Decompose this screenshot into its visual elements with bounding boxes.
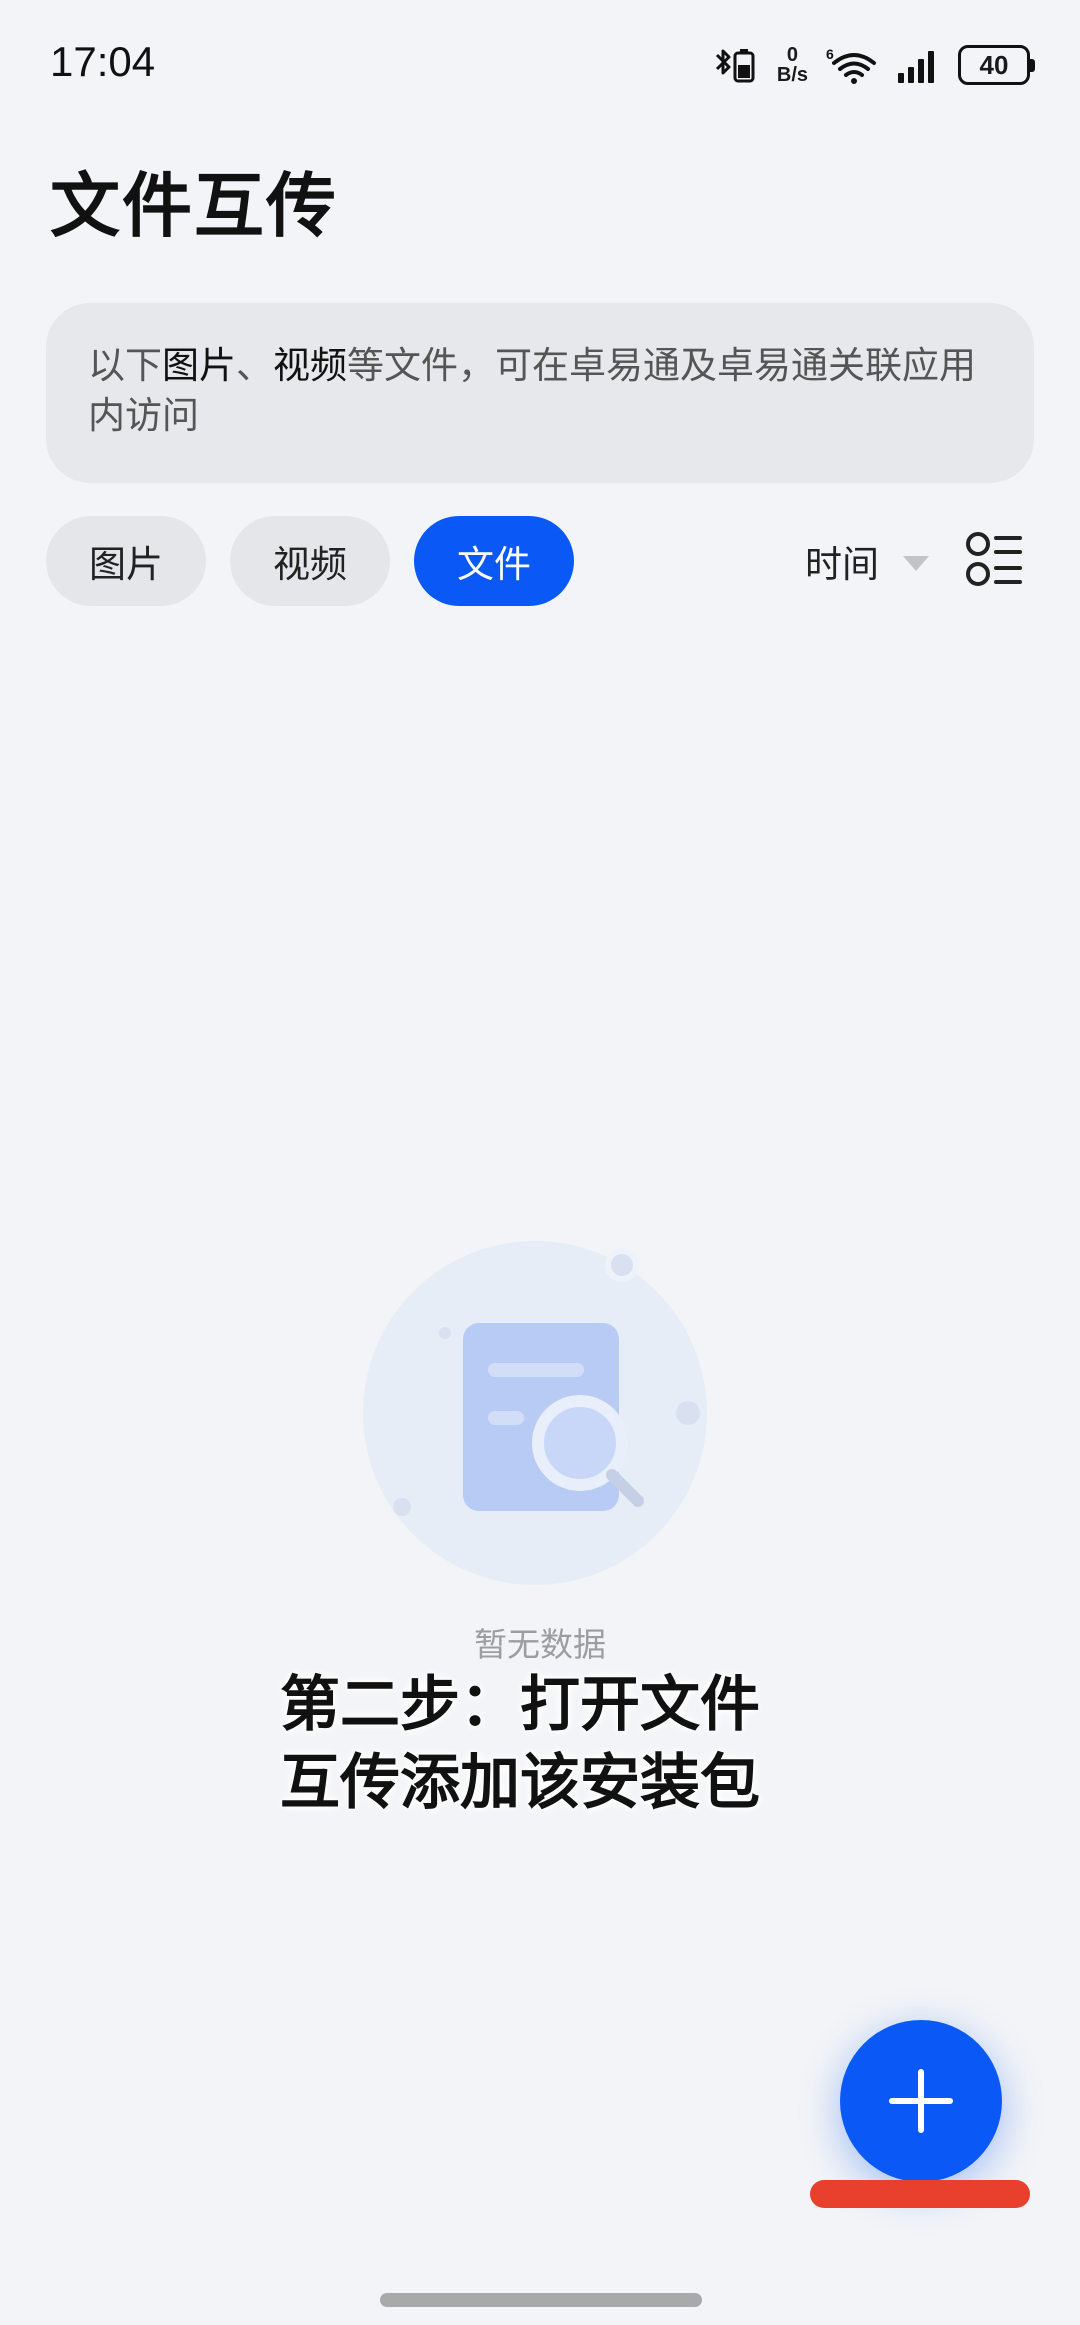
plus-icon [889,2069,953,2133]
info-prefix: 以下 [88,344,162,387]
net-speed: 0 B/s [777,45,808,85]
net-speed-value: 0 [786,44,798,66]
add-file-button[interactable] [840,2020,1002,2182]
list-view-toggle-icon[interactable] [964,530,1024,592]
wifi-badge: 6 [826,46,834,62]
info-banner: 以下图片、视频等文件，可在卓易通及卓易通关联应用内访问 [46,303,1034,483]
page-title: 文件互传 [50,165,338,247]
screen: 17:04 0 B/s 6 40 文件互传 以下图片、视频等文件，可在卓易通及卓… [0,0,1080,2325]
signal-icon [898,51,934,83]
bluetooth-battery-icon [715,49,755,83]
empty-document-search-icon [363,1241,707,1585]
caret-down-icon [903,555,929,571]
status-time: 17:04 [50,38,156,85]
battery-level: 40 [979,49,1009,80]
sort-label: 时间 [805,543,879,586]
category-tabs: 图片 视频 文件 [46,516,574,606]
empty-state-message: 暂无数据 [474,1625,606,1664]
tab-images[interactable]: 图片 [46,516,206,606]
tab-videos[interactable]: 视频 [230,516,390,606]
tutorial-caption: 第二步：打开文件互传添加该安装包 [280,1670,760,1818]
tab-files[interactable]: 文件 [414,516,574,606]
wifi-icon: 6 [826,46,876,84]
home-indicator[interactable] [380,2293,702,2307]
status-bar: 17:04 0 B/s 6 40 [0,0,1080,130]
info-separator: 、 [236,344,273,387]
info-highlight-images: 图片 [162,344,236,387]
sort-dropdown[interactable]: 时间 [805,530,929,592]
info-highlight-videos: 视频 [273,344,347,387]
battery-icon: 40 [958,45,1035,85]
annotation-underline [810,2180,1030,2208]
status-icons: 0 B/s 6 40 [713,42,1035,88]
net-speed-unit: B/s [776,64,808,86]
